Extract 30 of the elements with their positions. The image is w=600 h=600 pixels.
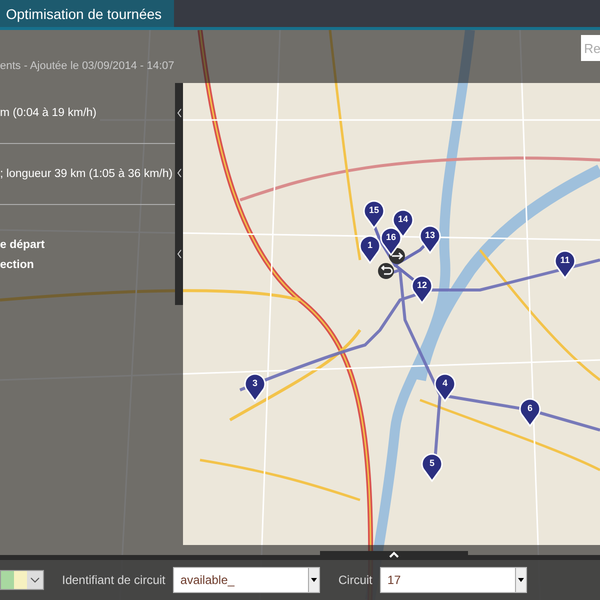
map-marker[interactable]: 12	[411, 274, 433, 304]
map-marker[interactable]: 3	[244, 372, 266, 402]
caret-down-icon	[518, 578, 524, 582]
color-swatch-icon	[1, 571, 27, 589]
route-return-icon[interactable]	[378, 263, 394, 279]
map-marker[interactable]: 15	[363, 199, 385, 229]
circuit-label: Circuit	[338, 573, 372, 587]
color-dropdown[interactable]	[0, 570, 44, 590]
chevron-left-icon[interactable]	[176, 168, 182, 178]
caret-up-icon	[389, 551, 399, 559]
map-marker[interactable]: 13	[419, 224, 441, 254]
map-marker[interactable]: 16	[380, 226, 402, 256]
panel-action-text[interactable]: ection	[0, 259, 175, 271]
map-marker[interactable]: 5	[421, 452, 443, 482]
panel-action-text[interactable]: e départ	[0, 239, 175, 251]
caret-down-icon	[311, 578, 318, 582]
map-marker[interactable]: 11	[554, 249, 576, 279]
map-marker[interactable]: 6	[519, 397, 541, 427]
panel-info-text: ; longueur 39 km (1:05 à 36 km/h)	[0, 168, 174, 180]
circuit-id-select[interactable]: available_	[173, 567, 320, 593]
circuit-id-label: Identifiant de circuit	[62, 573, 166, 587]
map-marker[interactable]: 1	[359, 234, 381, 264]
map-marker[interactable]: 4	[434, 372, 456, 402]
search-field[interactable]: Re	[581, 35, 600, 61]
window-title: Optimisation de tournées	[0, 0, 174, 27]
route-subtitle: ents - Ajoutée le 03/09/2014 - 14:07	[0, 60, 174, 72]
chevron-left-icon[interactable]	[176, 108, 182, 118]
panel-info-text: m (0:04 à 19 km/h)	[0, 107, 98, 119]
chevron-left-icon[interactable]	[176, 249, 182, 259]
circuit-select[interactable]: 17	[380, 567, 528, 593]
